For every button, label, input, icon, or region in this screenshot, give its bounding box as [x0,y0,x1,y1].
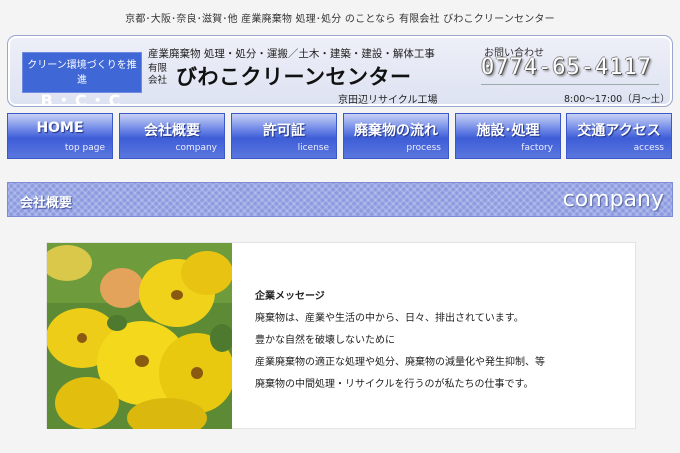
section-title: 会社概要 [20,196,73,211]
message-line: 廃棄物の中間処理・リサイクルを行うのが私たちの仕事です。 [255,379,534,390]
business-hours: 8:00～17:00（月～土） [564,94,670,105]
nav-process[interactable]: 廃棄物の流れ process [343,113,449,159]
nav-sublabel: top page [64,143,105,153]
nav-factory[interactable]: 施設･処理 factory [455,113,561,159]
nav-label: 廃棄物の流れ [354,123,438,139]
nav-company[interactable]: 会社概要 company [119,113,225,159]
nav-label: HOME [36,120,84,136]
phone-divider [481,84,659,85]
nav-label: 施設･処理 [476,123,540,139]
nav-label: 会社概要 [144,123,200,139]
company-type: 有限 会社 [148,63,167,87]
badge-slogan: クリーン環境づくりを推進 [27,60,137,86]
message-line: 豊かな自然を破壊しないために [255,335,395,346]
section-header-bar: 会社概要 company [7,182,673,217]
nav-sublabel: license [297,143,329,153]
site-tagline: 京都･大阪･奈良･滋賀･他 産業廃棄物 処理･処分 のことなら 有限会社 びわこ… [125,14,555,25]
section-subtitle: company [562,187,664,212]
nav-label: 許可証 [263,123,305,139]
business-description: 産業廃棄物 処理・処分・運搬／土木・建築・建設・解体工事 [148,48,435,60]
bcc-badge: クリーン環境づくりを推進 B・C・C [22,52,142,110]
yellow-pansy-flowers-image [47,243,232,429]
company-logo-name[interactable]: びわこクリーンセンター [176,61,411,91]
main-nav: HOME top page 会社概要 company 許可証 license 廃… [7,113,673,159]
site-header: クリーン環境づくりを推進 B・C・C 産業廃棄物 処理・処分・運搬／土木・建築・… [7,35,673,110]
message-line: 産業廃棄物の適正な処理や処分、廃棄物の減量化や発生抑制、等 [255,357,545,368]
company-message: 企業メッセージ 廃棄物は、産業や生活の中から、日々、排出されています。 豊かな自… [255,286,545,396]
message-line: 廃棄物は、産業や生活の中から、日々、排出されています。 [255,313,524,324]
nav-sublabel: company [175,143,217,153]
nav-access[interactable]: 交通アクセス access [566,113,672,159]
phone-number: 0774-65-4117 [481,55,652,80]
plant-name: 京田辺リサイクル工場 [338,95,438,106]
message-title: 企業メッセージ [255,291,325,302]
nav-sublabel: process [406,143,441,153]
nav-license[interactable]: 許可証 license [231,113,337,159]
flower-illustration [47,243,232,429]
nav-home[interactable]: HOME top page [7,113,113,159]
company-type-line2: 会社 [148,75,168,86]
nav-sublabel: access [633,143,664,153]
nav-label: 交通アクセス [577,123,661,139]
nav-sublabel: factory [521,143,553,153]
company-type-line1: 有限 [148,63,168,74]
badge-abbrev: B・C・C [40,91,124,110]
company-message-panel: 企業メッセージ 廃棄物は、産業や生活の中から、日々、排出されています。 豊かな自… [46,242,636,429]
